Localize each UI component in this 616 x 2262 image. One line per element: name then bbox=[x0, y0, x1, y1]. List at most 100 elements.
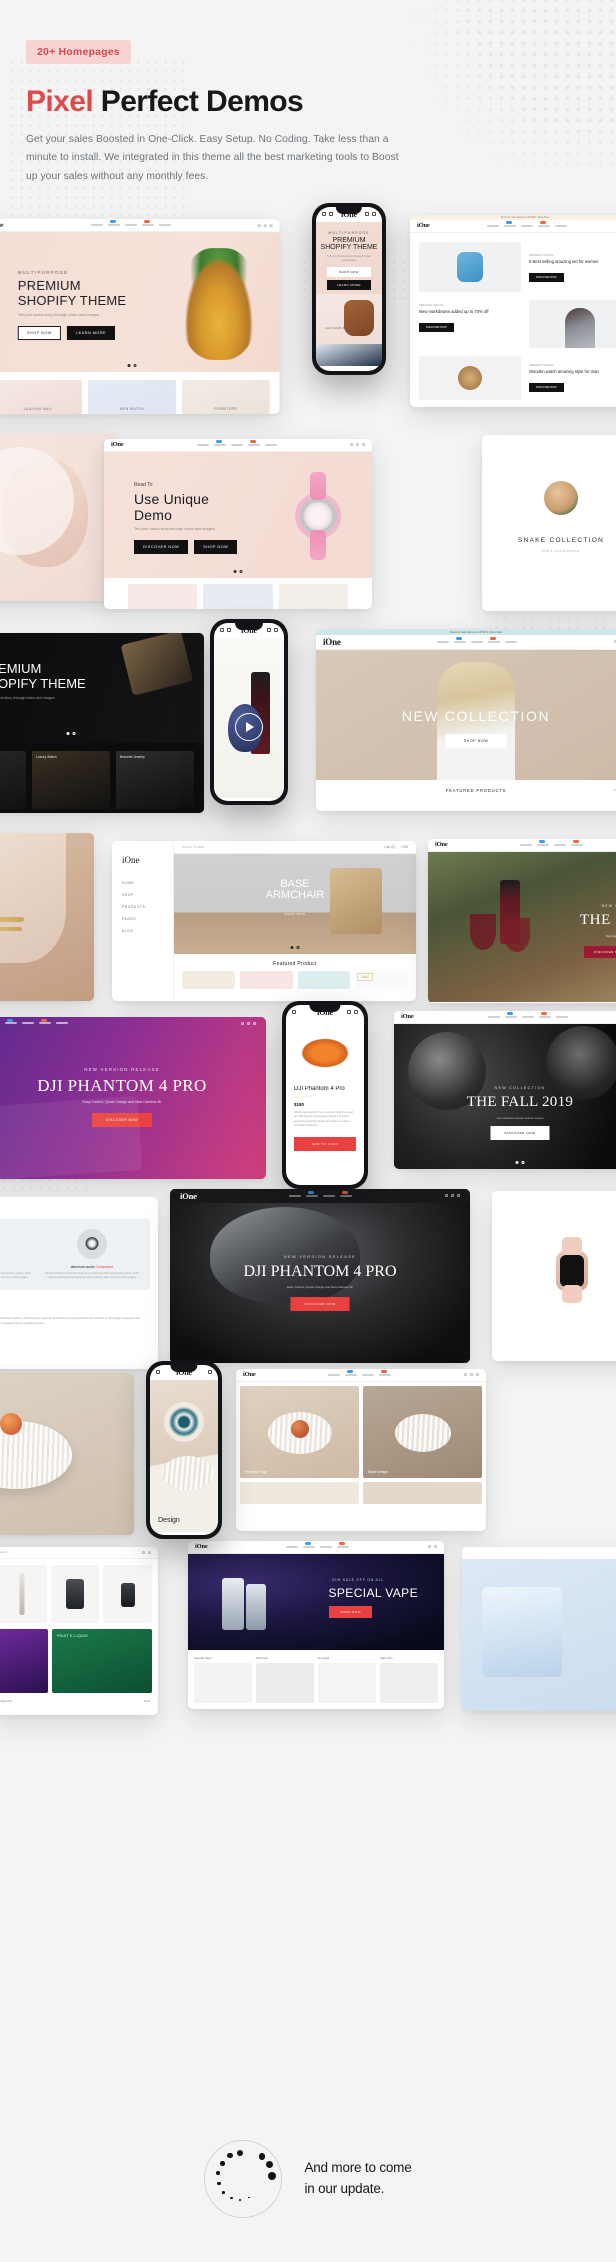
product-pod[interactable] bbox=[103, 1564, 153, 1623]
site-nav[interactable] bbox=[90, 223, 171, 226]
nav-item[interactable] bbox=[247, 439, 260, 446]
cart-icon[interactable] bbox=[253, 1021, 256, 1025]
carousel-dot[interactable] bbox=[127, 363, 131, 367]
learn-more-button[interactable]: LEARN MORE bbox=[66, 325, 116, 340]
demo-card-snake-collection[interactable]: SNAKE COLLECTION more collections bbox=[482, 434, 616, 611]
menu-icon[interactable] bbox=[292, 1010, 296, 1015]
demo-card-blue-edge[interactable] bbox=[462, 1546, 616, 1711]
discover-now-button[interactable]: DISCOVER NOW bbox=[529, 272, 564, 282]
nav-item[interactable] bbox=[5, 1018, 17, 1025]
video-hero[interactable] bbox=[214, 637, 284, 798]
nav-item[interactable] bbox=[488, 1015, 501, 1018]
cart-label[interactable]: Cart (0) bbox=[384, 845, 395, 849]
phone-mockup-dji[interactable]: iOne DJI Phantom 4 Pro ☆☆☆☆☆ $180 Wards … bbox=[282, 1000, 368, 1189]
shop-now-button[interactable]: SHOP NOW bbox=[17, 325, 61, 340]
cart-icon[interactable] bbox=[476, 1373, 479, 1377]
demo-card-unique-demo[interactable]: iOne Read To Use Unique Demo Tell your b… bbox=[104, 438, 372, 609]
category-tile-1[interactable] bbox=[0, 1628, 48, 1693]
nav-item[interactable] bbox=[379, 1369, 392, 1376]
category-special-vape[interactable]: Special Vape bbox=[194, 1656, 252, 1703]
site-nav[interactable] bbox=[289, 1190, 353, 1197]
nav-item[interactable] bbox=[286, 1545, 299, 1548]
nav-item[interactable] bbox=[554, 224, 567, 227]
nav-item[interactable] bbox=[437, 640, 450, 643]
nav-item[interactable] bbox=[503, 220, 516, 227]
search-icon[interactable] bbox=[241, 1021, 244, 1025]
nav-item[interactable] bbox=[553, 843, 566, 846]
carousel-dot[interactable] bbox=[133, 363, 137, 367]
cart-icon[interactable] bbox=[354, 1010, 358, 1015]
sidebar-item-home[interactable]: HOME bbox=[122, 881, 163, 885]
site-tools[interactable] bbox=[241, 1021, 256, 1025]
nav-item[interactable] bbox=[522, 1015, 535, 1018]
thumb-furniture[interactable]: FURNITURE bbox=[181, 379, 270, 414]
currency-selector[interactable]: USD bbox=[401, 845, 408, 849]
demo-card-gold-bracelet[interactable]: Gold Bracelet new collection bbox=[0, 832, 94, 1001]
carousel-dot[interactable] bbox=[296, 945, 300, 949]
nav-item[interactable] bbox=[328, 1373, 341, 1376]
site-tools[interactable] bbox=[142, 1550, 151, 1554]
thumb-2[interactable] bbox=[203, 583, 273, 609]
menu-icon[interactable] bbox=[322, 212, 326, 217]
search-input[interactable]: Search Product bbox=[182, 845, 378, 849]
learn-more-button[interactable]: LEARN MORE bbox=[327, 279, 371, 290]
banner-tile[interactable] bbox=[240, 1481, 359, 1504]
search-icon[interactable] bbox=[329, 212, 333, 217]
site-tools[interactable] bbox=[350, 443, 365, 447]
discover-now-button[interactable]: DISCOVER NOW bbox=[584, 945, 616, 958]
cart-icon[interactable] bbox=[274, 628, 278, 633]
shop-now-button[interactable]: SHOP NOW bbox=[194, 539, 238, 554]
site-nav[interactable] bbox=[286, 1541, 350, 1548]
site-nav[interactable] bbox=[486, 220, 567, 227]
nav-item[interactable] bbox=[505, 640, 518, 643]
demo-card-promo-grid[interactable]: Summer sale discount off 50%. Shop Now i… bbox=[410, 214, 616, 407]
cart-icon[interactable] bbox=[269, 223, 273, 227]
site-tools[interactable] bbox=[464, 1373, 479, 1377]
demo-card-the-fall[interactable]: iOne NEW COLLECTION THE FALL New light t… bbox=[428, 838, 616, 1003]
shop-now-button[interactable]: SHOP NOW bbox=[329, 1605, 372, 1618]
nav-item[interactable] bbox=[39, 1018, 51, 1025]
phone-next-card[interactable] bbox=[316, 343, 382, 366]
product-vape-pen[interactable] bbox=[0, 1564, 47, 1623]
category-premium[interactable]: Premium bbox=[256, 1656, 314, 1703]
sidebar-item-blog[interactable]: BLOG bbox=[122, 929, 163, 933]
product-tile[interactable] bbox=[297, 970, 351, 989]
user-icon[interactable] bbox=[247, 1021, 250, 1025]
promo-backpack-image[interactable] bbox=[419, 241, 521, 292]
phone-mockup-video[interactable]: iOne bbox=[210, 618, 288, 805]
phone-mockup-premium[interactable]: iOne MULTIPURPOSE PREMIUM SHOPIFY THEME … bbox=[312, 202, 386, 375]
shop-now-button[interactable]: SHOP NOW bbox=[327, 266, 371, 277]
cart-icon[interactable] bbox=[372, 212, 376, 217]
phone-mockup-minimal[interactable]: iOne Design bbox=[146, 1360, 222, 1539]
nav-item[interactable] bbox=[519, 843, 532, 846]
promo-woman-image[interactable] bbox=[529, 299, 616, 348]
site-tools[interactable] bbox=[428, 1545, 437, 1549]
search-icon[interactable] bbox=[227, 628, 231, 633]
carousel-dot[interactable] bbox=[66, 731, 70, 735]
nav-item[interactable] bbox=[158, 223, 171, 226]
search-icon[interactable] bbox=[257, 223, 261, 227]
user-icon[interactable] bbox=[451, 1194, 454, 1198]
menu-icon[interactable] bbox=[220, 628, 224, 633]
cart-icon[interactable] bbox=[362, 443, 365, 447]
nav-item[interactable] bbox=[124, 223, 137, 226]
user-icon[interactable] bbox=[142, 1550, 145, 1554]
nav-item[interactable] bbox=[107, 223, 120, 226]
nav-item[interactable] bbox=[306, 1190, 319, 1197]
nav-item[interactable] bbox=[303, 1541, 316, 1548]
menu-icon[interactable] bbox=[156, 1370, 160, 1375]
discover-now-button[interactable]: DISCOVER NOW bbox=[134, 539, 189, 554]
nav-item[interactable] bbox=[520, 224, 533, 227]
cart-icon[interactable] bbox=[148, 1550, 151, 1554]
demo-card-premium-shopify[interactable]: iOne MULTIPURPOSE PREMIUM SHOPIFY THEME … bbox=[0, 218, 280, 414]
demo-card-dark-jewelry[interactable]: PREMIUM SHOPIFY THEME Tell your brand st… bbox=[0, 632, 204, 813]
product-tile-sale[interactable]: SALE bbox=[355, 970, 408, 989]
demo-card-vape-store[interactable]: Search FRUIT E-LIQUID Vaporizer Tank bbox=[0, 1546, 158, 1715]
product-mod[interactable] bbox=[50, 1564, 100, 1623]
nav-item[interactable] bbox=[196, 443, 209, 446]
nav-item[interactable] bbox=[345, 1369, 358, 1376]
nav-item[interactable] bbox=[362, 1373, 375, 1376]
phone-product-card[interactable]: LEATHER BAG bbox=[316, 293, 382, 344]
carousel-dots[interactable] bbox=[515, 1160, 525, 1164]
promo-1[interactable]: WEEKEND SPECIAL 5 Best selling amazing s… bbox=[529, 242, 616, 292]
